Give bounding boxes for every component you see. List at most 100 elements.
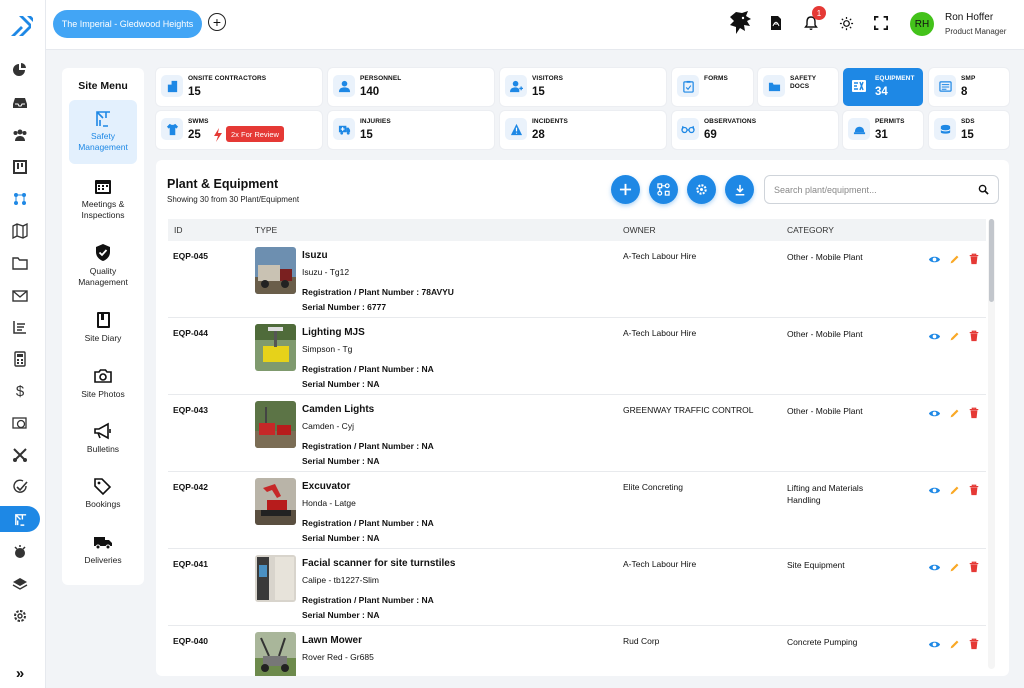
site-menu-item-safety-management[interactable]: Safety Management	[69, 100, 137, 164]
table-row[interactable]: EQP-045 Isuzu Isuzu - Tg12 Registration …	[168, 241, 986, 318]
equipment-title: Excuvator	[302, 481, 351, 492]
edit-pencil-icon[interactable]	[947, 329, 961, 343]
site-menu-item-site-photos[interactable]: Site Photos	[69, 366, 137, 400]
table-row[interactable]: EQP-043 Camden Lights Camden - Cyj Regis…	[168, 395, 986, 472]
equipment-photo[interactable]	[255, 632, 296, 676]
gear-icon[interactable]	[11, 607, 29, 625]
fullscreen-icon[interactable]	[870, 12, 892, 34]
workflow-button[interactable]	[649, 175, 678, 204]
download-button[interactable]	[725, 175, 754, 204]
user-name[interactable]: Ron Hoffer	[945, 12, 993, 23]
add-button[interactable]	[611, 175, 640, 204]
site-menu-item-bookings[interactable]: Bookings	[69, 476, 137, 510]
mail-icon[interactable]	[11, 287, 29, 305]
stat-card-injuries[interactable]: INJURIES 15	[328, 111, 494, 149]
column-header-id[interactable]: ID	[174, 225, 183, 235]
edit-pencil-icon[interactable]	[947, 252, 961, 266]
stat-card-personnel[interactable]: PERSONNEL 140	[328, 68, 494, 106]
folder-icon[interactable]	[11, 254, 29, 272]
stat-card-incidents[interactable]: INCIDENTS 28	[500, 111, 666, 149]
truck-icon	[94, 537, 112, 550]
equipment-photo[interactable]	[255, 247, 296, 294]
view-eye-icon[interactable]	[927, 637, 941, 651]
check-circle-icon[interactable]	[11, 478, 29, 496]
stat-card-safety-docs[interactable]: SAFETY DOCS	[758, 68, 838, 106]
list-tree-icon[interactable]	[11, 318, 29, 336]
equipment-photo[interactable]	[255, 478, 296, 525]
site-menu-item-site-diary[interactable]: Site Diary	[69, 310, 137, 344]
inbox-icon[interactable]	[11, 94, 29, 112]
dashboard-pie-icon[interactable]	[11, 61, 29, 79]
map-icon[interactable]	[11, 222, 29, 240]
site-menu-item-meetings-inspections[interactable]: Meetings & Inspections	[69, 176, 137, 221]
tools-icon[interactable]	[11, 446, 29, 464]
column-header-category[interactable]: CATEGORY	[787, 225, 834, 235]
add-site-icon[interactable]: +	[208, 13, 226, 31]
equipment-photo[interactable]	[255, 555, 296, 602]
edit-pencil-icon[interactable]	[947, 637, 961, 651]
settings-alert-icon[interactable]	[11, 543, 29, 561]
view-eye-icon[interactable]	[927, 560, 941, 574]
scrollbar-thumb[interactable]	[989, 219, 994, 302]
avatar[interactable]: RH	[910, 12, 934, 36]
dollar-icon[interactable]: $	[11, 382, 29, 400]
pdf-icon[interactable]	[765, 12, 787, 34]
site-menu-item-deliveries[interactable]: Deliveries	[69, 532, 137, 566]
column-header-type[interactable]: TYPE	[255, 225, 277, 235]
theme-sun-icon[interactable]	[835, 12, 857, 34]
delete-trash-icon[interactable]	[967, 252, 981, 266]
table-scrollbar[interactable]	[988, 219, 995, 669]
edit-pencil-icon[interactable]	[947, 483, 961, 497]
equipment-title: Isuzu	[302, 250, 328, 261]
delete-trash-icon[interactable]	[967, 406, 981, 420]
delete-trash-icon[interactable]	[967, 560, 981, 574]
bell-icon[interactable]: 1	[800, 6, 826, 34]
delete-trash-icon[interactable]	[967, 483, 981, 497]
equipment-category: Lifting and Materials Handling	[787, 483, 864, 505]
delete-trash-icon[interactable]	[967, 637, 981, 651]
search-icon[interactable]	[978, 184, 989, 195]
view-eye-icon[interactable]	[927, 252, 941, 266]
table-row[interactable]: EQP-042 Excuvator Honda - Latge Registra…	[168, 472, 986, 549]
equipment-icon	[848, 75, 870, 97]
site-menu-item-bulletins[interactable]: Bulletins	[69, 421, 137, 455]
stat-card-visitors[interactable]: VISITORS 15	[500, 68, 666, 106]
table-row[interactable]: EQP-041 Facial scanner for site turnstil…	[168, 549, 986, 626]
rail-item-safety-active[interactable]	[0, 506, 40, 532]
view-eye-icon[interactable]	[927, 329, 941, 343]
stat-card-observations[interactable]: OBSERVATIONS 69	[672, 111, 838, 149]
lion-logo-icon[interactable]	[726, 9, 754, 37]
stat-card-onsite-contractors[interactable]: ONSITE CONTRACTORS 15	[156, 68, 322, 106]
stat-card-equipment[interactable]: EQUIPMENT 34	[843, 68, 923, 106]
table-row[interactable]: EQP-044 Lighting MJS Simpson - Tg Regist…	[168, 318, 986, 395]
delete-trash-icon[interactable]	[967, 329, 981, 343]
calculator-icon[interactable]	[11, 350, 29, 368]
search-input[interactable]	[774, 182, 974, 198]
workflow-icon[interactable]	[11, 190, 29, 208]
stat-card-forms[interactable]: FORMS	[672, 68, 753, 106]
stat-card-sds[interactable]: SDS 15	[929, 111, 1009, 149]
money-timer-icon[interactable]	[11, 414, 29, 432]
app-logo-icon[interactable]	[9, 14, 35, 40]
equipment-photo[interactable]	[255, 401, 296, 448]
swms-review-badge[interactable]: 2x For Review	[226, 126, 284, 142]
stat-card-smp[interactable]: SMP 8	[929, 68, 1009, 106]
column-header-owner[interactable]: OWNER	[623, 225, 656, 235]
settings-button[interactable]	[687, 175, 716, 204]
board-icon[interactable]	[11, 158, 29, 176]
site-selector-button[interactable]: The Imperial - Gledwood Heights	[53, 10, 202, 38]
view-eye-icon[interactable]	[927, 483, 941, 497]
edit-pencil-icon[interactable]	[947, 406, 961, 420]
layers-icon[interactable]	[11, 575, 29, 593]
edit-pencil-icon[interactable]	[947, 560, 961, 574]
view-eye-icon[interactable]	[927, 406, 941, 420]
expand-chevrons-icon[interactable]: »	[11, 664, 29, 682]
download-icon	[735, 184, 744, 195]
site-menu-item-quality-management[interactable]: Quality Management	[69, 243, 137, 288]
equipment-photo[interactable]	[255, 324, 296, 371]
table-row[interactable]: EQP-040 Lawn Mower Rover Red - Gr685 Rud…	[168, 626, 986, 676]
stat-card-permits[interactable]: PERMITS 31	[843, 111, 923, 149]
users-icon[interactable]	[11, 126, 29, 144]
stat-label: SDS	[961, 118, 975, 125]
lightning-icon	[214, 128, 222, 142]
